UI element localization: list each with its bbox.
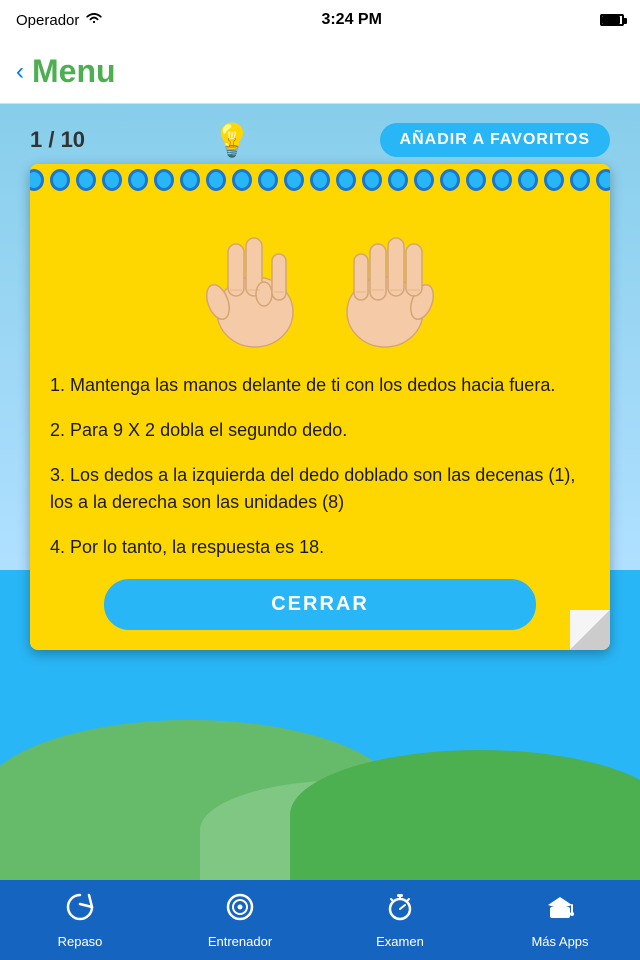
tab-repaso[interactable]: Repaso (0, 891, 160, 949)
carrier-label: Operador (16, 12, 79, 29)
left-hand-icon (200, 222, 310, 352)
spiral-hole (388, 169, 408, 191)
instruction-card: 1. Mantenga las manos delante de ti con … (30, 164, 610, 650)
hill-front (290, 750, 640, 880)
tab-examen[interactable]: Examen (320, 891, 480, 949)
spiral-hole (284, 169, 304, 191)
repaso-label: Repaso (58, 934, 103, 949)
carrier-info: Operador (16, 11, 103, 29)
spiral-hole (544, 169, 564, 191)
spiral-hole (154, 169, 174, 191)
entrenador-icon (224, 891, 256, 930)
clock: 3:24 PM (321, 11, 381, 29)
spiral-hole (492, 169, 512, 191)
spiral-hole (232, 169, 252, 191)
close-button[interactable]: CERRAR (104, 579, 536, 630)
spiral-hole (362, 169, 382, 191)
nav-bar: ‹ Menu (0, 40, 640, 104)
tab-mas-apps[interactable]: Más Apps (480, 891, 640, 949)
examen-icon (384, 891, 416, 930)
spiral-hole (440, 169, 460, 191)
page-curl (570, 610, 610, 650)
spiral-hole (570, 169, 590, 191)
spiral-hole (180, 169, 200, 191)
status-bar: Operador 3:24 PM (0, 0, 640, 40)
spiral-hole (206, 169, 226, 191)
tab-entrenador[interactable]: Entrenador (160, 891, 320, 949)
spiral-hole (596, 169, 610, 191)
mas-apps-label: Más Apps (531, 934, 588, 949)
instruction-3: 3. Los dedos a la izquierda del dedo dob… (50, 462, 590, 516)
instruction-2: 2. Para 9 X 2 dobla el segundo dedo. (50, 417, 590, 444)
spiral-hole (128, 169, 148, 191)
spiral-hole (518, 169, 538, 191)
battery-container (600, 14, 624, 26)
battery-icon (600, 14, 624, 26)
spiral-hole (258, 169, 278, 191)
mas-apps-icon (544, 891, 576, 930)
repaso-icon (64, 891, 96, 930)
spiral-hole (50, 169, 70, 191)
spiral-hole (76, 169, 96, 191)
instruction-1: 1. Mantenga las manos delante de ti con … (50, 372, 590, 399)
instruction-4: 4. Por lo tanto, la respuesta es 18. (50, 534, 590, 561)
lightbulb-icon: 💡 (212, 121, 252, 159)
spiral-top (30, 164, 610, 196)
hands-illustration (50, 212, 590, 352)
card-content: 1. Mantenga las manos delante de ti con … (30, 196, 610, 650)
examen-label: Examen (376, 934, 424, 949)
spiral-hole (310, 169, 330, 191)
add-favorites-button[interactable]: AÑADIR A FAVORITOS (380, 123, 610, 157)
tab-bar: Repaso Entrenador Examen (0, 880, 640, 960)
wifi-icon (85, 11, 103, 29)
nav-title: Menu (32, 53, 116, 90)
spiral-hole (466, 169, 486, 191)
back-chevron-icon: ‹ (16, 58, 24, 86)
spiral-hole (336, 169, 356, 191)
spiral-hole (102, 169, 122, 191)
entrenador-label: Entrenador (208, 934, 272, 949)
top-bar: 1 / 10 💡 AÑADIR A FAVORITOS (30, 120, 610, 160)
progress-text: 1 / 10 (30, 127, 85, 153)
spiral-hole (30, 169, 44, 191)
main-content: 1 / 10 💡 AÑADIR A FAVORITOS (0, 104, 640, 880)
right-hand-icon (330, 222, 440, 352)
spiral-hole (414, 169, 434, 191)
back-button[interactable]: ‹ Menu (16, 53, 116, 90)
